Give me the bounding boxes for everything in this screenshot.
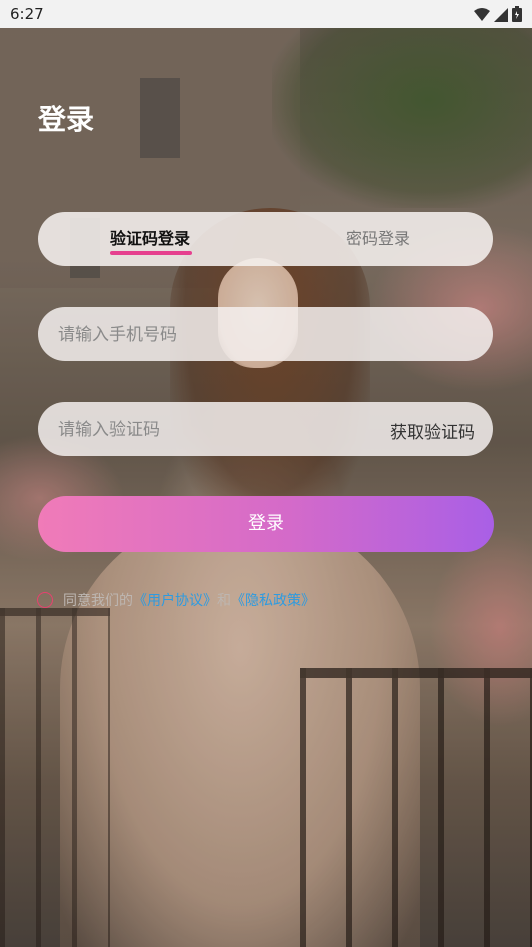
code-input[interactable] bbox=[56, 402, 360, 458]
active-tab-indicator bbox=[110, 251, 192, 255]
phone-input[interactable] bbox=[56, 307, 360, 363]
page-title: 登录 bbox=[38, 103, 95, 136]
agreement-conjunction: 和 bbox=[217, 593, 231, 609]
user-agreement-link[interactable]: 《用户协议》 bbox=[133, 590, 217, 610]
background-photo bbox=[0, 28, 532, 947]
phone-field bbox=[38, 307, 493, 363]
status-bar: 6:27 bbox=[0, 0, 532, 28]
signal-icon bbox=[494, 7, 508, 26]
tab-sms-login[interactable]: 验证码登录 bbox=[110, 225, 190, 249]
tab-password-login[interactable]: 密码登录 bbox=[346, 225, 410, 249]
code-field: 获取验证码 bbox=[38, 402, 493, 458]
get-code-button[interactable]: 获取验证码 bbox=[390, 418, 475, 443]
privacy-policy-link[interactable]: 《隐私政策》 bbox=[231, 590, 315, 610]
status-time: 6:27 bbox=[10, 5, 44, 23]
dim-overlay bbox=[0, 28, 532, 947]
login-button[interactable]: 登录 bbox=[38, 496, 494, 552]
status-icons bbox=[474, 6, 522, 26]
agree-checkbox[interactable] bbox=[37, 592, 53, 608]
battery-icon bbox=[512, 6, 522, 26]
agreement-prefix: 同意我们的 bbox=[63, 593, 133, 609]
wifi-icon bbox=[474, 7, 490, 26]
agreement-row: 同意我们的 《用户协议》 和 《隐私政策》 bbox=[37, 590, 315, 610]
login-mode-tabs: 验证码登录 密码登录 bbox=[38, 212, 493, 266]
